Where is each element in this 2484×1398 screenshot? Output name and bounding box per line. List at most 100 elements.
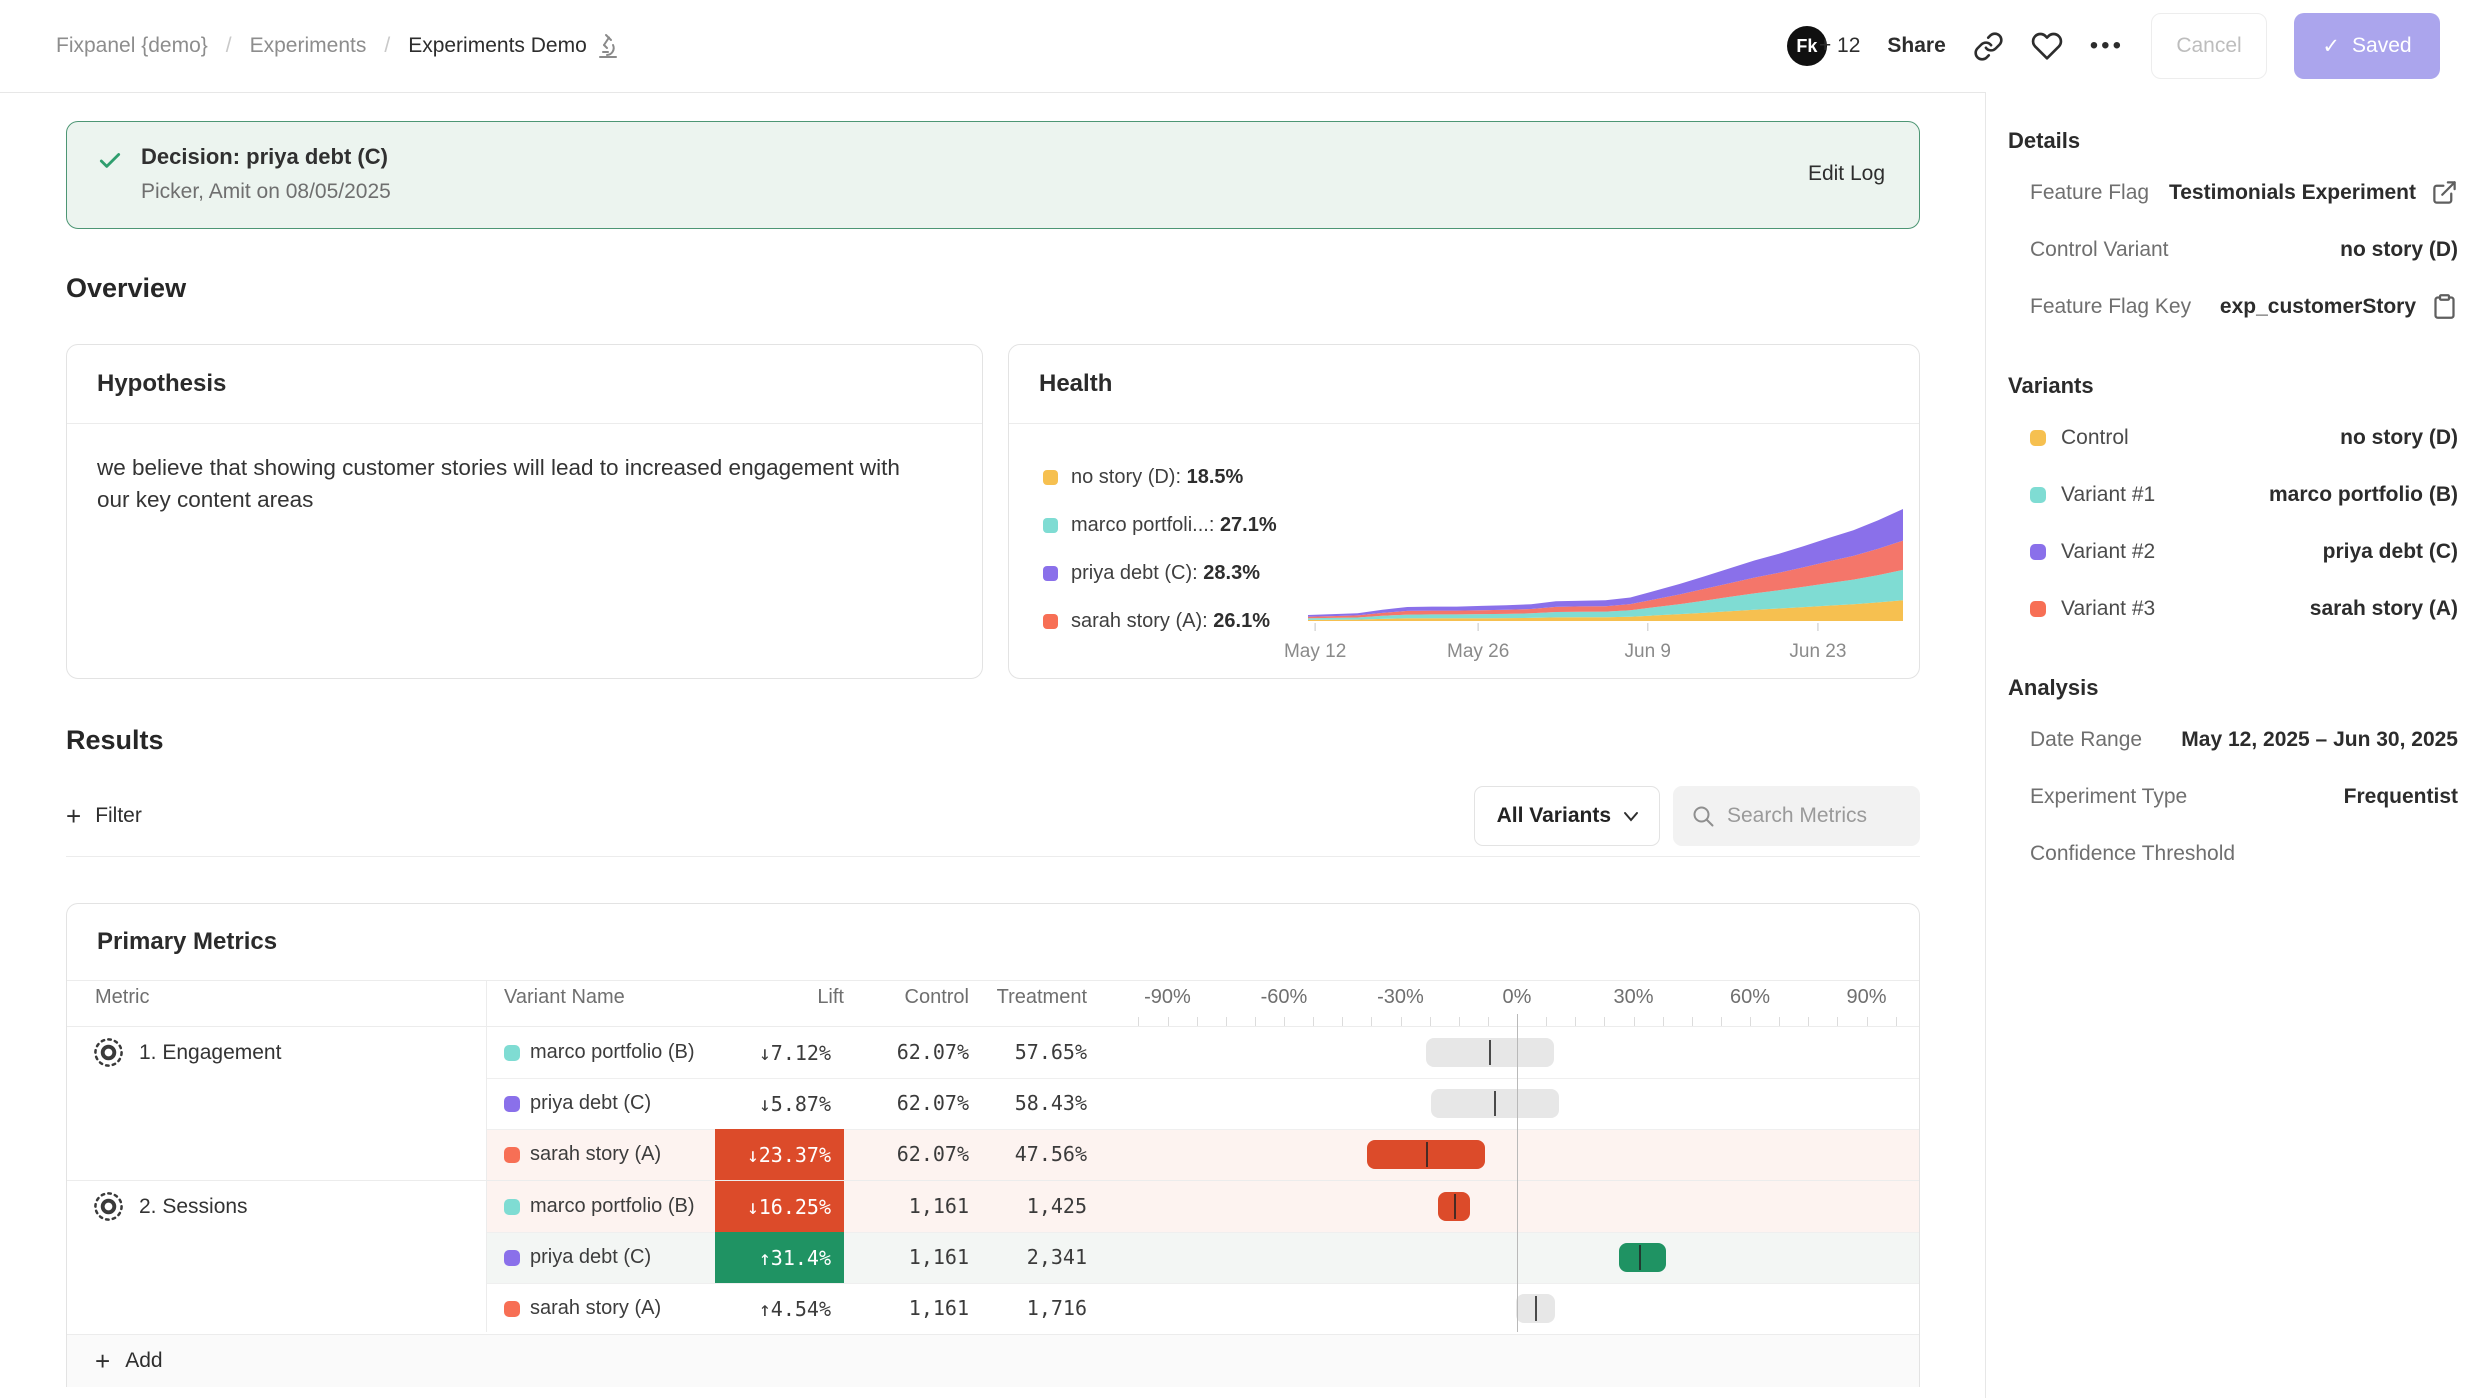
search-icon <box>1691 804 1715 828</box>
axis-tick <box>1197 1017 1198 1026</box>
metric-variant-row[interactable]: priya debt (C) ↓5.87% 62.07% 58.43% <box>67 1078 1919 1129</box>
breadcrumb: Fixpanel {demo}/Experiments/Experiments … <box>56 33 619 59</box>
sidebar-row: Date Range May 12, 2025 – Jun 30, 2025 <box>2008 711 2458 768</box>
external-link-icon[interactable] <box>2431 179 2458 206</box>
plus-icon: + <box>66 803 81 829</box>
axis-tick <box>1634 1017 1635 1026</box>
axis-tick <box>1459 1017 1460 1026</box>
treatment-value: 58.43% <box>967 1078 1087 1129</box>
lift-mean-tick <box>1489 1040 1491 1065</box>
zero-percent-line <box>1517 1014 1518 1332</box>
health-title: Health <box>1009 345 1919 424</box>
check-icon: ✓ <box>2322 34 2340 59</box>
row-value: sarah story (A) <box>2310 597 2458 621</box>
row-label: Feature Flag Key <box>2030 295 2191 319</box>
section-title: Variants <box>2008 363 2458 409</box>
row-label: Variant #1 <box>2030 483 2155 507</box>
metric-variant-row[interactable]: sarah story (A) ↓23.37% 62.07% 47.56% <box>67 1129 1919 1180</box>
section-title: Details <box>2008 118 2458 164</box>
search-metrics-input[interactable] <box>1727 804 1897 828</box>
avatar-overflow-count[interactable]: + 12 <box>1819 34 1860 58</box>
breadcrumb-item-3: Experiments Demo <box>408 33 619 59</box>
more-options-icon[interactable]: ••• <box>2090 32 2124 60</box>
share-button[interactable]: Share <box>1887 34 1945 58</box>
metric-variant-row[interactable]: priya debt (C) ↑31.4% 1,161 2,341 <box>67 1232 1919 1283</box>
axis-label: -60% <box>1224 986 1344 1009</box>
hypothesis-body: we believe that showing customer stories… <box>67 424 967 543</box>
link-icon[interactable] <box>1973 31 2004 62</box>
column-header: Treatment <box>867 986 1087 1009</box>
health-legend: no story (D): 18.5%marco portfoli...: 27… <box>1043 453 1277 645</box>
lift-value: ↓16.25% <box>715 1181 844 1232</box>
row-value: Testimonials Experiment <box>2169 181 2416 205</box>
row-label: Confidence Threshold <box>2030 842 2235 866</box>
breadcrumb-item-1[interactable]: Fixpanel {demo} <box>56 34 208 58</box>
add-filter-button[interactable]: + Filter <box>66 803 142 829</box>
decision-subtitle: Picker, Amit on 08/05/2025 <box>141 180 391 204</box>
axis-tick <box>1138 1017 1139 1026</box>
row-separator <box>486 1078 1919 1079</box>
add-metric-button[interactable]: + Add <box>67 1334 1919 1387</box>
axis-tick <box>1226 1017 1227 1026</box>
variant-color-chip <box>2030 487 2046 503</box>
row-value: no story (D) <box>2340 238 2458 262</box>
legend-color-chip <box>1043 566 1058 581</box>
health-card: Health no story (D): 18.5%marco portfoli… <box>1008 344 1920 679</box>
primary-metrics-table: MetricVariant NameLiftControlTreatment-9… <box>67 981 1919 1387</box>
metric-variant-row[interactable]: sarah story (A) ↑4.54% 1,161 1,716 <box>67 1283 1919 1334</box>
axis-label: 30% <box>1574 986 1694 1009</box>
axis-tick <box>1692 1017 1693 1026</box>
row-label: Variant #2 <box>2030 540 2155 564</box>
breadcrumb-item-2[interactable]: Experiments <box>250 34 367 58</box>
decision-banner: Decision: priya debt (C) Picker, Amit on… <box>66 121 1920 229</box>
variants-dropdown[interactable]: All Variants <box>1474 786 1660 846</box>
axis-tick <box>1663 1017 1664 1026</box>
edit-log-button[interactable]: Edit Log <box>1808 162 1885 186</box>
treatment-value: 1,716 <box>967 1283 1087 1334</box>
search-metrics-box[interactable] <box>1673 786 1920 846</box>
variant-color-chip <box>504 1199 520 1215</box>
axis-tick <box>1779 1017 1780 1026</box>
treatment-value: 57.65% <box>967 1027 1087 1078</box>
lift-mean-tick <box>1639 1245 1641 1270</box>
lift-mean-tick <box>1454 1194 1456 1219</box>
row-label: Experiment Type <box>2030 785 2187 809</box>
control-value: 62.07% <box>857 1027 969 1078</box>
variant-name: priya debt (C) <box>530 1232 651 1283</box>
lift-mean-tick <box>1535 1296 1537 1321</box>
axis-tick <box>1255 1017 1256 1026</box>
section-title: Analysis <box>2008 665 2458 711</box>
metric-variant-row[interactable]: marco portfolio (B) ↓16.25% 1,161 1,425 <box>67 1181 1919 1232</box>
lift-value: ↓5.87% <box>715 1078 844 1129</box>
legend-label: sarah story (A): 26.1% <box>1071 610 1270 633</box>
favorite-heart-icon[interactable] <box>2031 30 2063 62</box>
metric-variant-row[interactable]: marco portfolio (B) ↓7.12% 62.07% 57.65% <box>67 1027 1919 1078</box>
axis-tick <box>1342 1017 1343 1026</box>
variant-name: priya debt (C) <box>530 1078 651 1129</box>
x-axis-tick-label: Jun 23 <box>1789 641 1846 662</box>
row-tint <box>486 1232 1919 1283</box>
variant-name: sarah story (A) <box>530 1283 661 1334</box>
axis-tick <box>1488 1017 1489 1026</box>
axis-tick <box>1867 1017 1868 1026</box>
metric-group: 2. Sessions marco portfolio (B) ↓16.25% … <box>67 1180 1919 1334</box>
column-header: Variant Name <box>504 986 625 1009</box>
variant-color-chip <box>2030 544 2046 560</box>
saved-button[interactable]: ✓ Saved <box>2294 13 2440 79</box>
row-value: marco portfolio (B) <box>2269 483 2458 507</box>
table-header-row: MetricVariant NameLiftControlTreatment-9… <box>67 981 1919 1026</box>
variant-name: sarah story (A) <box>530 1129 661 1180</box>
health-legend-item: marco portfoli...: 27.1% <box>1043 501 1277 549</box>
results-heading: Results <box>66 725 1920 756</box>
sidebar-section-variants: Variants Control no story (D) Variant #1… <box>2008 363 2458 637</box>
sidebar-row: Confidence Threshold <box>2008 825 2458 882</box>
lift-value: ↑4.54% <box>715 1283 844 1334</box>
cancel-button[interactable]: Cancel <box>2151 13 2267 79</box>
breadcrumb-separator: / <box>384 34 390 58</box>
copy-icon[interactable] <box>2431 293 2458 320</box>
legend-label: marco portfoli...: 27.1% <box>1071 514 1277 537</box>
legend-color-chip <box>1043 614 1058 629</box>
axis-tick <box>1401 1017 1402 1026</box>
axis-label: 90% <box>1807 986 1921 1009</box>
plus-icon: + <box>95 1348 110 1374</box>
